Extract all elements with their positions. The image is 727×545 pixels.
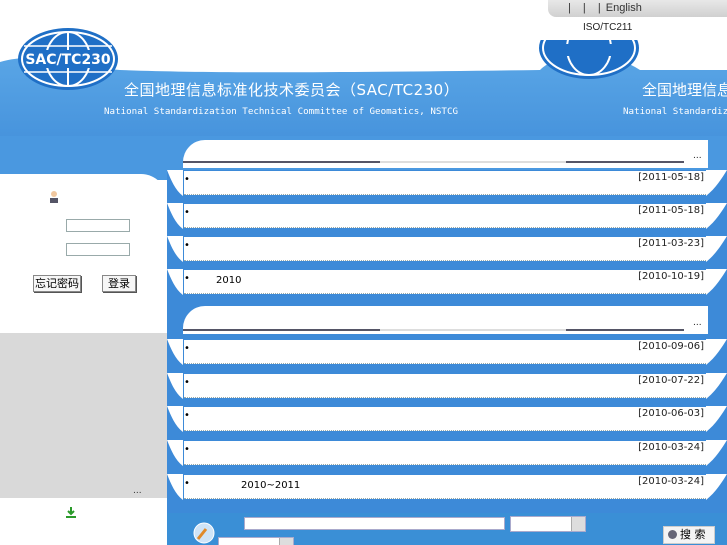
row-notch-decoration xyxy=(706,203,727,229)
password-input[interactable] xyxy=(66,243,130,256)
news-row[interactable]: • [2011-05-18] xyxy=(184,204,706,228)
news-row[interactable]: • [2010-06-03] xyxy=(184,407,706,431)
section-header xyxy=(183,140,708,168)
banner-subtitle: National Standardization Technical Commi… xyxy=(104,106,459,117)
bullet-icon: • xyxy=(184,410,190,421)
news-row[interactable]: • [2010-09-06] xyxy=(184,340,706,364)
row-notch-decoration xyxy=(706,269,727,295)
download-icon[interactable] xyxy=(65,506,77,519)
bullet-icon: • xyxy=(184,240,190,251)
news-date: [2010-07-22] xyxy=(638,375,704,386)
row-notch-decoration xyxy=(706,170,727,196)
user-avatar-icon xyxy=(50,191,58,203)
bullet-icon: • xyxy=(184,174,190,185)
news-row[interactable]: • 2010~2011 [2010-03-24] xyxy=(184,475,706,499)
banner-title-repeat: 全国地理信息 xyxy=(642,81,727,99)
section-divider xyxy=(566,329,684,331)
section-divider xyxy=(566,161,684,163)
more-link[interactable]: ... xyxy=(693,151,702,161)
forgot-password-button[interactable]: 忘记密码 xyxy=(33,275,81,292)
news-row[interactable]: • [2010-07-22] xyxy=(184,374,706,398)
news-date: [2011-05-18] xyxy=(638,205,704,216)
chevron-down-icon[interactable] xyxy=(571,517,585,531)
row-notch-decoration xyxy=(706,406,727,432)
news-row[interactable]: • [2011-03-23] xyxy=(184,237,706,261)
logo-text: SAC/TC230 xyxy=(25,52,111,68)
news-date: [2011-05-18] xyxy=(638,172,704,183)
login-button[interactable]: 登录 xyxy=(102,275,136,292)
search-globe-icon xyxy=(193,522,215,544)
news-title[interactable]: 2010~2011 xyxy=(241,480,300,491)
section-divider xyxy=(183,161,380,163)
chevron-down-icon[interactable] xyxy=(279,538,293,545)
row-notch-decoration xyxy=(167,339,183,365)
news-date: [2010-06-03] xyxy=(638,408,704,419)
bullet-icon: • xyxy=(184,444,190,455)
row-notch-decoration xyxy=(167,373,183,399)
bullet-icon: • xyxy=(184,273,190,284)
left-info-panel xyxy=(0,333,167,498)
row-notch-decoration xyxy=(706,236,727,262)
row-notch-decoration xyxy=(706,440,727,466)
section-divider xyxy=(380,329,566,331)
row-notch-decoration xyxy=(167,406,183,432)
iso-tc211-link[interactable]: ISO/TC211 xyxy=(583,22,632,33)
bullet-icon: • xyxy=(184,207,190,218)
row-notch-decoration xyxy=(167,440,183,466)
row-notch-decoration xyxy=(167,474,183,500)
top-separator: | xyxy=(582,2,586,14)
left-more-link[interactable]: ... xyxy=(133,486,142,496)
banner-subtitle-repeat: National Standardiz xyxy=(623,106,727,117)
row-notch-decoration xyxy=(167,269,183,295)
news-date: [2011-03-23] xyxy=(638,238,704,249)
search-category-select[interactable] xyxy=(510,516,586,532)
search-scope-select[interactable] xyxy=(218,537,294,545)
row-notch-decoration xyxy=(706,373,727,399)
section-divider xyxy=(380,161,566,163)
search-input[interactable] xyxy=(244,517,505,530)
english-link[interactable]: English xyxy=(606,2,642,14)
news-date: [2010-03-24] xyxy=(638,442,704,453)
news-row[interactable]: • 2010 [2010-10-19] xyxy=(184,270,706,294)
news-row[interactable]: • [2011-05-18] xyxy=(184,171,706,195)
search-button-label: 搜 索 xyxy=(680,528,706,541)
news-date: [2010-09-06] xyxy=(638,341,704,352)
left-bottom-panel xyxy=(0,500,167,545)
section-divider xyxy=(183,329,380,331)
row-notch-decoration xyxy=(167,170,183,196)
news-title[interactable]: 2010 xyxy=(216,275,241,286)
news-date: [2010-03-24] xyxy=(638,476,704,487)
row-notch-decoration xyxy=(706,474,727,500)
row-notch-decoration xyxy=(167,236,183,262)
more-link[interactable]: ... xyxy=(693,318,702,328)
row-notch-decoration xyxy=(167,203,183,229)
bullet-icon: • xyxy=(184,377,190,388)
top-separator: | xyxy=(568,2,571,14)
news-row[interactable]: • [2010-03-24] xyxy=(184,441,706,465)
row-notch-decoration xyxy=(706,339,727,365)
username-input[interactable] xyxy=(66,219,130,232)
top-separator: | xyxy=(597,2,601,14)
banner-title: 全国地理信息标准化技术委员会（SAC/TC230） xyxy=(124,81,460,99)
sac-tc230-logo-repeat xyxy=(539,40,639,79)
sac-tc230-logo: SAC/TC230 xyxy=(18,28,118,90)
bullet-icon: • xyxy=(184,478,190,489)
news-date: [2010-10-19] xyxy=(638,271,704,282)
search-button[interactable]: 搜 索 xyxy=(663,526,715,544)
arrow-right-icon xyxy=(668,530,677,539)
top-links-bar: | | | English xyxy=(548,0,727,17)
bullet-icon: • xyxy=(184,343,190,354)
